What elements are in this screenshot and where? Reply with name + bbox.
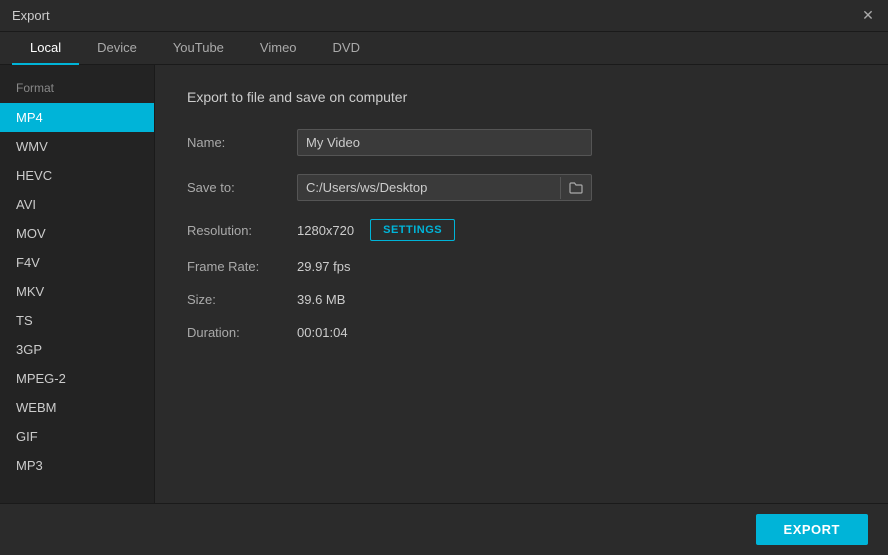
dialog-title: Export: [12, 8, 50, 23]
framerate-label: Frame Rate:: [187, 259, 297, 274]
format-section-label: Format: [0, 77, 154, 103]
export-bar: EXPORT: [0, 503, 888, 555]
sidebar-item-f4v[interactable]: F4V: [0, 248, 154, 277]
sidebar-item-mov[interactable]: MOV: [0, 219, 154, 248]
sidebar-item-hevc[interactable]: HEVC: [0, 161, 154, 190]
tab-youtube[interactable]: YouTube: [155, 32, 242, 65]
sidebar: Format MP4 WMV HEVC AVI MOV F4V MKV TS 3…: [0, 65, 155, 503]
settings-button[interactable]: SETTINGS: [370, 219, 455, 241]
export-button[interactable]: EXPORT: [756, 514, 868, 545]
framerate-value: 29.97 fps: [297, 259, 351, 274]
tab-vimeo[interactable]: Vimeo: [242, 32, 315, 65]
name-input[interactable]: [297, 129, 592, 156]
sidebar-item-mp4[interactable]: MP4: [0, 103, 154, 132]
browse-folder-button[interactable]: [560, 177, 591, 199]
save-to-field-row: Save to: C:/Users/ws/Desktop: [187, 174, 856, 201]
sidebar-item-mkv[interactable]: MKV: [0, 277, 154, 306]
tab-dvd[interactable]: DVD: [315, 32, 378, 65]
duration-value: 00:01:04: [297, 325, 348, 340]
resolution-label: Resolution:: [187, 223, 297, 238]
content-area: Export to file and save on computer Name…: [155, 65, 888, 503]
sidebar-item-3gp[interactable]: 3GP: [0, 335, 154, 364]
sidebar-item-mpeg2[interactable]: MPEG-2: [0, 364, 154, 393]
name-label: Name:: [187, 135, 297, 150]
tab-bar: Local Device YouTube Vimeo DVD: [0, 32, 888, 65]
duration-field-row: Duration: 00:01:04: [187, 325, 856, 340]
duration-label: Duration:: [187, 325, 297, 340]
framerate-field-row: Frame Rate: 29.97 fps: [187, 259, 856, 274]
sidebar-item-avi[interactable]: AVI: [0, 190, 154, 219]
size-value: 39.6 MB: [297, 292, 345, 307]
content-title: Export to file and save on computer: [187, 89, 856, 105]
size-label: Size:: [187, 292, 297, 307]
resolution-value: 1280x720: [297, 223, 354, 238]
size-field-row: Size: 39.6 MB: [187, 292, 856, 307]
save-to-container: C:/Users/ws/Desktop: [297, 174, 592, 201]
sidebar-item-ts[interactable]: TS: [0, 306, 154, 335]
folder-icon: [569, 182, 583, 194]
title-bar: Export ✕: [0, 0, 888, 32]
save-to-path: C:/Users/ws/Desktop: [298, 175, 560, 200]
sidebar-item-webm[interactable]: WEBM: [0, 393, 154, 422]
tab-device[interactable]: Device: [79, 32, 155, 65]
sidebar-item-mp3[interactable]: MP3: [0, 451, 154, 480]
sidebar-item-wmv[interactable]: WMV: [0, 132, 154, 161]
tab-local[interactable]: Local: [12, 32, 79, 65]
close-button[interactable]: ✕: [860, 8, 876, 24]
save-to-label: Save to:: [187, 180, 297, 195]
resolution-field-row: Resolution: 1280x720 SETTINGS: [187, 219, 856, 241]
name-field-row: Name:: [187, 129, 856, 156]
main-content: Format MP4 WMV HEVC AVI MOV F4V MKV TS 3…: [0, 65, 888, 503]
sidebar-item-gif[interactable]: GIF: [0, 422, 154, 451]
